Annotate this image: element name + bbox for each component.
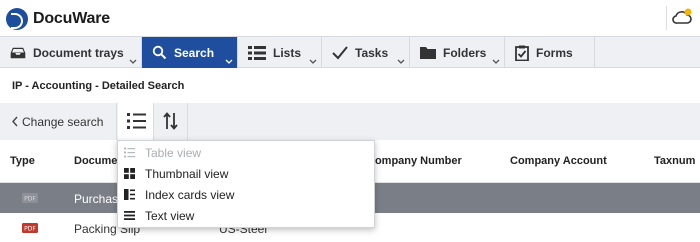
view-mode-button[interactable] (118, 103, 154, 140)
text-view-icon (124, 211, 135, 220)
column-header-type[interactable]: Type (10, 155, 35, 167)
tab-search[interactable]: Search (142, 37, 238, 68)
thumbnail-view-icon (124, 168, 135, 179)
menu-item-label: Table view (145, 146, 202, 160)
column-header-taxnum[interactable]: Taxnum (654, 155, 695, 167)
chevron-left-icon (12, 116, 18, 127)
menu-item-label: Index cards view (145, 188, 235, 202)
app-header: DocuWare (0, 0, 700, 36)
docuware-logo[interactable]: DocuWare (6, 8, 110, 30)
notification-dot (684, 8, 692, 16)
list-icon (248, 45, 266, 60)
column-header-company-account[interactable]: Company Account (510, 155, 607, 167)
tab-tasks-label: Tasks (355, 45, 389, 60)
view-mode-menu: Table view Thumbnail view Index cards vi… (117, 140, 375, 228)
main-nav: Document trays Search Lists Tasks Folder… (0, 36, 700, 68)
tab-folders[interactable]: Folders (410, 37, 505, 68)
sort-icon (163, 112, 178, 130)
chevron-down-icon (309, 59, 317, 64)
form-icon (515, 45, 529, 61)
column-header-company-number[interactable]: Company Number (367, 155, 462, 167)
change-search-label: Change search (22, 114, 104, 129)
menu-item-text-view[interactable]: Text view (118, 205, 374, 226)
change-search-button[interactable]: Change search (0, 103, 117, 140)
chevron-down-icon (129, 59, 137, 64)
folder-icon (420, 47, 436, 59)
sort-button[interactable] (154, 103, 188, 140)
docuware-logo-icon (6, 8, 28, 30)
app-name: DocuWare (33, 10, 110, 27)
chevron-down-icon (397, 59, 405, 64)
result-toolbar: Change search (0, 103, 700, 140)
tab-search-label: Search (174, 45, 215, 60)
chevron-down-icon (225, 59, 233, 64)
menu-item-label: Thumbnail view (145, 167, 229, 181)
tab-document-trays[interactable]: Document trays (0, 37, 142, 68)
menu-item-table-view: Table view (118, 142, 374, 163)
search-icon (152, 45, 167, 60)
tab-lists[interactable]: Lists (238, 37, 322, 68)
svg-text:PDF: PDF (24, 195, 36, 202)
tab-forms[interactable]: Forms (505, 37, 595, 68)
menu-item-label: Text view (145, 209, 195, 223)
index-cards-icon (124, 189, 135, 200)
pdf-file-icon: PDF (22, 193, 38, 203)
menu-item-index-cards-view[interactable]: Index cards view (118, 184, 374, 205)
tray-icon (10, 47, 26, 58)
chevron-down-icon (492, 59, 500, 64)
checkmark-icon (332, 45, 348, 59)
menu-item-thumbnail-view[interactable]: Thumbnail view (118, 163, 374, 184)
list-view-icon (127, 113, 146, 129)
page-title: IP - Accounting - Detailed Search (12, 80, 185, 92)
cloud-icon (672, 8, 692, 24)
svg-text:PDF: PDF (24, 225, 36, 232)
tab-forms-label: Forms (536, 45, 573, 60)
table-view-icon (124, 147, 135, 158)
tab-lists-label: Lists (273, 45, 302, 60)
tab-tasks[interactable]: Tasks (322, 37, 410, 68)
pdf-file-icon: PDF (22, 223, 38, 233)
tab-document-trays-label: Document trays (33, 45, 124, 60)
tab-folders-label: Folders (443, 45, 487, 60)
cloud-notification-button[interactable] (666, 6, 692, 30)
